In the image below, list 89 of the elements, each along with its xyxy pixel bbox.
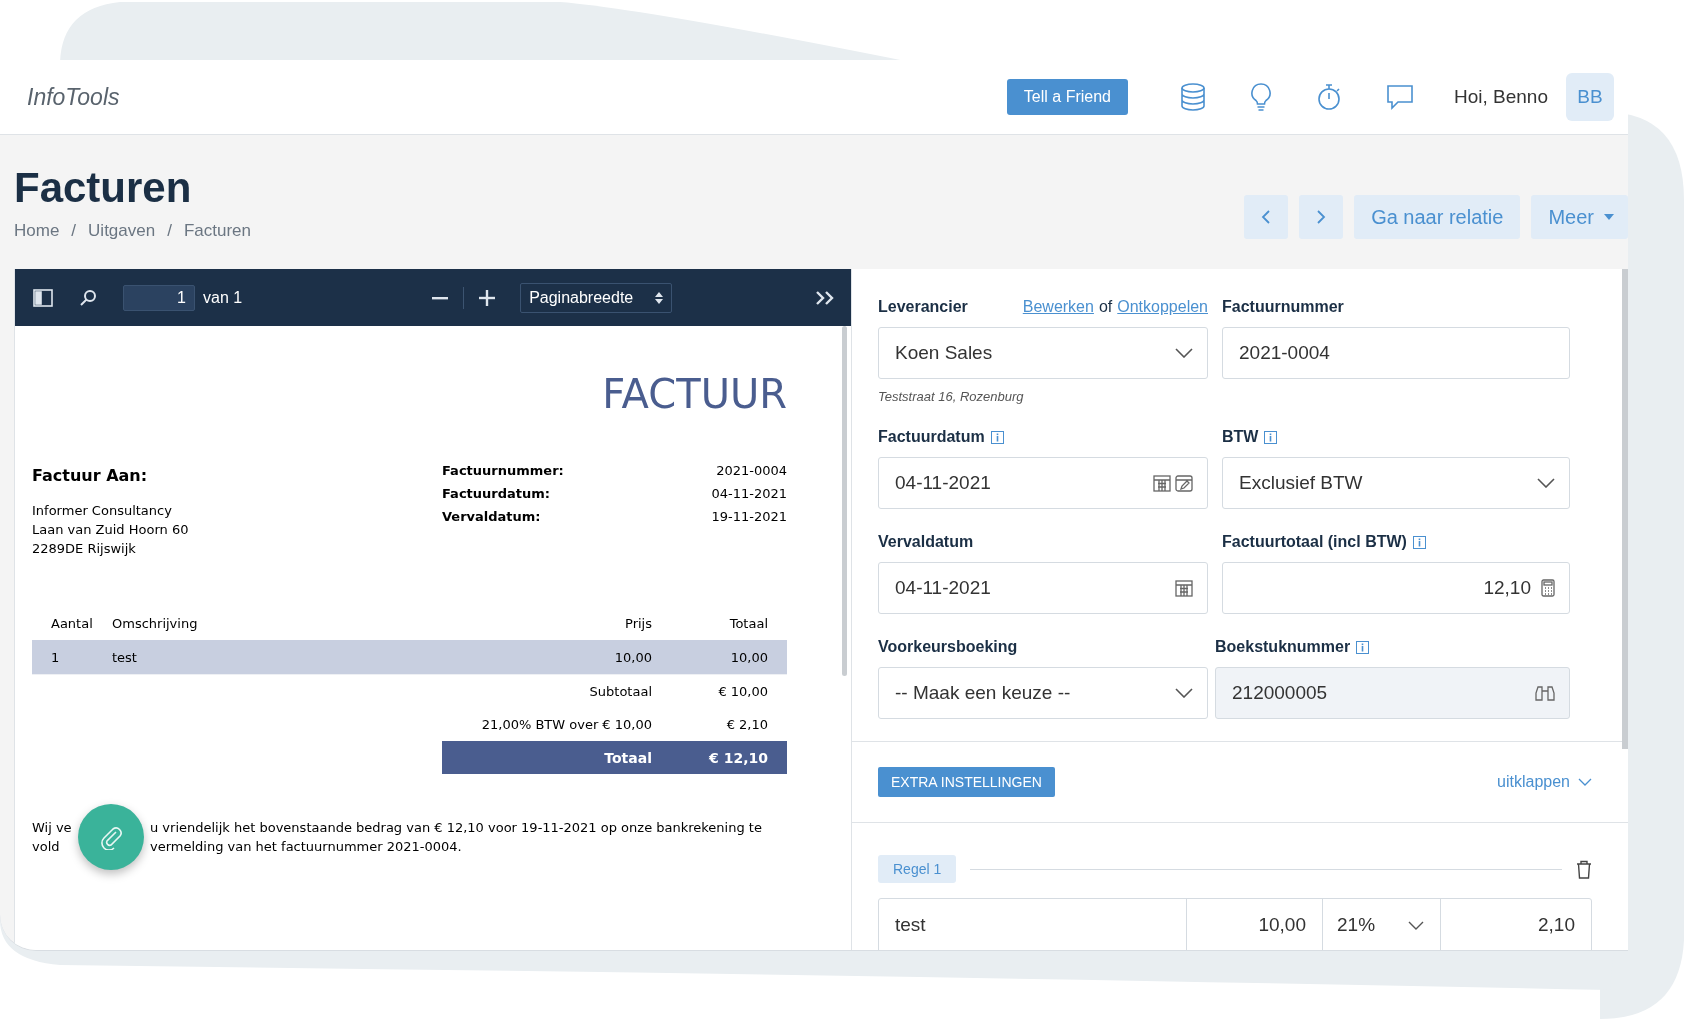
caret-icon xyxy=(1604,214,1614,221)
stopwatch-icon[interactable] xyxy=(1316,82,1342,112)
calculator-icon[interactable] xyxy=(1541,579,1555,598)
table-cell-text: 10,00 xyxy=(613,649,652,665)
field-label: BTW xyxy=(1222,428,1259,447)
field-label: Boekstuknummer xyxy=(1215,638,1351,657)
meta-label: Vervaldatum: xyxy=(442,508,541,527)
field-label: Factuurdatum xyxy=(878,428,985,447)
field-label: Factuurnummer xyxy=(1222,298,1344,317)
table-cell-text: 10,00 xyxy=(729,649,769,665)
scrollbar[interactable] xyxy=(1622,269,1628,750)
subtotal-value: € 10,00 xyxy=(717,684,769,700)
meta-label: Factuurdatum: xyxy=(442,485,551,504)
scrollbar[interactable] xyxy=(842,326,847,677)
greeting: Hoi, Benno xyxy=(1454,86,1548,108)
page-number-field[interactable]: 1 xyxy=(123,284,195,311)
column-header: Prijs xyxy=(624,615,652,631)
calendar-icon[interactable] xyxy=(1175,579,1193,598)
updown-arrows-icon xyxy=(655,291,664,304)
chevron-down-icon xyxy=(1175,688,1193,699)
meta-value: 2021-0004 xyxy=(716,462,787,481)
select-field[interactable]: Exclusief BTW xyxy=(1222,457,1570,510)
attach-button[interactable] xyxy=(78,804,144,871)
chevron-down-icon xyxy=(1537,478,1555,489)
address-line: Laan van Zuid Hoorn 60 xyxy=(32,521,189,540)
or-text: of xyxy=(1098,298,1113,317)
info-icon[interactable] xyxy=(1264,430,1278,444)
note-text: vermelding van het factuurnummer 2021-0004. xyxy=(150,838,463,857)
trash-icon[interactable] xyxy=(1576,859,1592,879)
expand-link[interactable]: uitklappen xyxy=(1497,773,1592,792)
input-field[interactable]: 12,10 xyxy=(1222,562,1570,615)
input-field[interactable]: 2021-0004 xyxy=(1222,327,1570,380)
chat-icon[interactable] xyxy=(1386,83,1414,111)
field-label: Factuurtotaal (incl BTW) xyxy=(1222,533,1407,552)
breadcrumb-link[interactable]: Facturen xyxy=(183,221,252,242)
vat-label: 21,00% BTW over € 10,00 xyxy=(481,717,652,733)
supplier-address: Teststraat 16, Rozenburg xyxy=(878,389,1025,405)
note-text: Wij ve xyxy=(32,819,72,838)
database-icon[interactable] xyxy=(1180,83,1206,111)
breadcrumb-separator: / xyxy=(167,221,172,242)
table-cell-text: test xyxy=(112,649,138,665)
column-header: Totaal xyxy=(728,615,769,631)
meta-value: 04-11-2021 xyxy=(711,485,787,504)
supplier-select[interactable]: Koen Sales xyxy=(878,327,1208,380)
column-header: Omschrijving xyxy=(112,615,199,631)
subtotal-label: Subtotaal xyxy=(589,684,652,700)
calendar-edit-icon[interactable] xyxy=(1175,474,1193,493)
breadcrumb-link[interactable]: Home xyxy=(14,221,60,242)
calendar-icon[interactable] xyxy=(1153,474,1171,493)
meta-label: Factuurnummer: xyxy=(442,462,564,481)
zoom-out-icon[interactable] xyxy=(432,295,449,300)
column-header: Aantal xyxy=(50,615,94,631)
meta-value: 19-11-2021 xyxy=(711,508,787,527)
input-field[interactable]: 04-11-2021 xyxy=(878,562,1208,615)
lightbulb-icon[interactable] xyxy=(1250,82,1272,112)
info-icon[interactable] xyxy=(1412,535,1426,549)
total-bar: Totaal € 12,10 xyxy=(442,741,787,775)
line-badge: Regel 1 xyxy=(878,855,957,884)
document-title: FACTUUR xyxy=(601,371,787,418)
breadcrumb-separator: / xyxy=(71,221,77,242)
chevron-right-icon xyxy=(1316,209,1327,226)
select-field[interactable]: -- Maak een keuze -- xyxy=(878,667,1208,720)
bill-to-heading: Factuur Aan: xyxy=(32,466,149,486)
chevron-down-icon xyxy=(1175,348,1193,359)
field-label: Leverancier xyxy=(878,298,968,317)
paperclip-icon xyxy=(99,824,123,851)
page-title: Facturen xyxy=(14,165,193,212)
zoom-in-icon[interactable] xyxy=(479,289,496,306)
sidebar-toggle-icon[interactable] xyxy=(33,288,53,307)
input-field[interactable]: 04-11-2021 xyxy=(878,457,1208,510)
chevron-left-icon xyxy=(1261,209,1272,226)
breadcrumb-link[interactable]: Uitgaven xyxy=(88,221,156,242)
chevron-down-icon xyxy=(1578,778,1592,787)
zoom-select[interactable]: Paginabreedte xyxy=(520,282,673,313)
note-text: u vriendelijk het bovenstaande bedrag van € 12,10 voor 19-11-2021 op onze bankrekening te xyxy=(150,819,763,838)
info-icon[interactable] xyxy=(990,430,1004,444)
table-cell-text: 1 xyxy=(50,649,61,665)
address-line: 2289DE Rijswijk xyxy=(32,540,137,559)
edit-link[interactable]: Bewerken xyxy=(1022,298,1094,317)
page-count: van 1 xyxy=(203,288,243,307)
field-label: Vervaldatum xyxy=(878,533,974,552)
note-text: vold xyxy=(32,838,60,857)
unlink-link[interactable]: Ontkoppelen xyxy=(1117,298,1208,317)
field-label: Voorkeursboeking xyxy=(878,638,1018,657)
logo[interactable]: InfoTools xyxy=(27,83,120,111)
search-icon[interactable] xyxy=(79,288,97,307)
vat-value: € 2,10 xyxy=(725,717,769,733)
address-line: Informer Consultancy xyxy=(32,502,173,521)
double-chevron-icon[interactable] xyxy=(815,289,835,306)
